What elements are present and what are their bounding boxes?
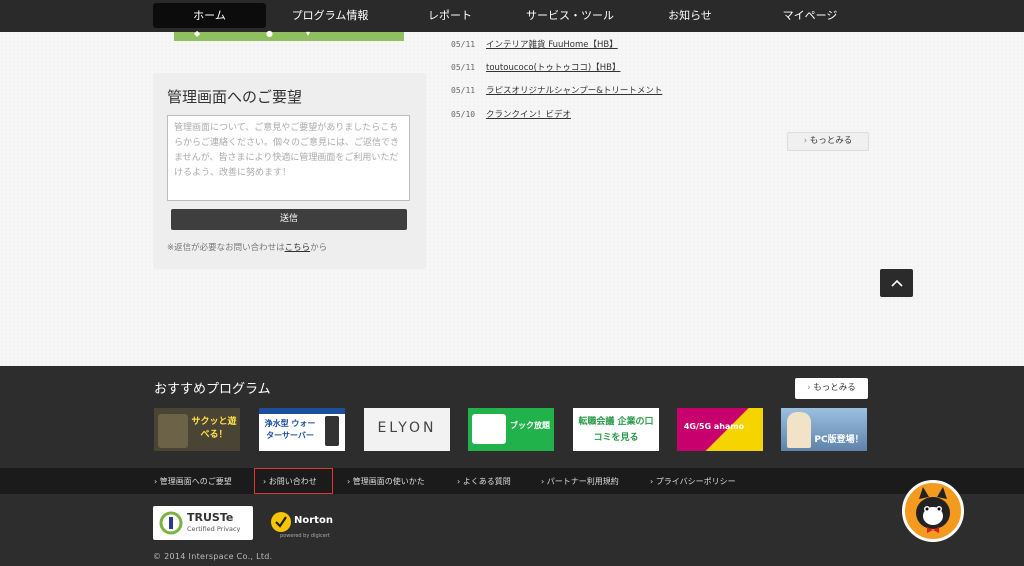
banner-fragment-icon: ▾ [306,29,311,38]
chevron-right-icon: › [457,477,461,486]
chevron-up-icon [890,279,903,287]
mascot-chat-button[interactable] [902,480,964,542]
recommended-title: おすすめプログラム [154,382,271,397]
nav-services-tools[interactable]: サービス・ツール [510,3,630,28]
banner-fragment-icon: ● [266,29,273,38]
banner-text: サクッと遊べる！ [191,417,237,440]
footer-link-label: パートナー利用規約 [546,477,619,486]
nav-news[interactable]: お知らせ [645,3,735,28]
reply-note: ※返信が必要なお問い合わせはこちらから [167,241,327,253]
news-more-label: もっとみる [809,136,853,146]
footer-link-label: 管理画面へのご要望 [159,477,232,486]
green-banner-partial[interactable]: ◆ ● ▾ [174,29,404,41]
chevron-right-icon: › [154,477,158,486]
feedback-textarea[interactable]: 管理画面について、ご意見やご要望がありましたらこちらからご連絡ください。個々のご… [167,115,410,201]
program-banner[interactable]: ブック放題 [468,408,554,451]
norton-check-icon [271,512,291,532]
news-title-link[interactable]: クランクイン！ビデオ [486,108,571,120]
copyright: © 2014 Interspace Co., Ltd. [153,552,273,561]
chevron-right-icon: › [650,477,654,486]
scroll-top-button[interactable] [880,269,913,297]
footer-link-label: プライバシーポリシー [655,477,736,486]
news-more-button[interactable]: › もっとみる [787,132,869,151]
nav-mypage[interactable]: マイページ [765,3,855,28]
program-banner[interactable]: 浄水型 ウォーターサーバー [259,408,345,451]
banner-text: 転職会議 企業の口コミを見る [578,417,654,443]
chevron-right-icon: › [541,477,545,486]
banner-text: PC版登場！ [814,435,864,445]
banner-soldier-art [158,414,188,448]
program-banner[interactable]: 4G/5G ahamo [677,408,763,451]
footer-link-label: 管理画面の使いかた [352,477,425,486]
chevron-right-icon: › [347,477,351,486]
footer-link-contact[interactable]: › お問い合わせ [263,476,317,487]
chevron-right-icon: › [803,136,808,146]
program-banner[interactable]: 転職会議 企業の口コミを見る [573,408,659,451]
news-date: 05/11 [451,86,476,95]
news-title-link[interactable]: インテリア雑貨 FuuHome【HB】 [486,38,618,50]
footer-link-feedback[interactable]: › 管理画面へのご要望 [154,476,232,487]
norton-subtitle: powered by digicert [280,533,330,539]
footer-link-label: よくある質問 [462,477,511,486]
banner-server-art [325,416,339,446]
norton-title: Norton [294,515,333,526]
nav-reports[interactable]: レポート [400,3,500,28]
top-nav: ホーム プログラム情報 レポート サービス・ツール お知らせ マイページ [0,0,1024,32]
program-banner[interactable]: ELYON [364,408,450,451]
program-banner[interactable]: PC版登場！ [781,408,867,451]
truste-subtitle: Certified Privacy [187,525,241,533]
footer: おすすめプログラム › もっとみる サクッと遊べる！ 浄水型 ウォーターサーバー… [0,366,1024,566]
chevron-right-icon: › [263,477,267,486]
footer-link-label: お問い合わせ [268,477,317,486]
contact-link[interactable]: こちら [285,243,311,253]
news-title-link[interactable]: toutoucoco(トゥトゥココ)【HB】 [486,61,620,73]
reply-note-suffix: から [310,243,328,253]
reply-note-prefix: ※返信が必要なお問い合わせは [167,243,285,253]
banner-character-art [787,412,811,448]
chevron-right-icon: › [807,383,811,393]
recommended-more-button[interactable]: › もっとみる [795,378,868,399]
news-date: 05/11 [451,63,476,72]
footer-link-faq[interactable]: › よくある質問 [457,476,511,487]
feedback-panel: 管理画面へのご要望 管理画面について、ご意見やご要望がありましたらこちらからご連… [153,73,426,269]
footer-link-privacy[interactable]: › プライバシーポリシー [650,476,736,487]
truste-logo-icon [159,511,183,535]
footer-link-howto[interactable]: › 管理画面の使いかた [347,476,425,487]
news-title-link[interactable]: ラピスオリジナルシャンプー&トリートメント [486,84,662,96]
banner-text: ブック放題 [510,421,550,430]
feedback-title: 管理画面へのご要望 [167,88,303,106]
nav-programs[interactable]: プログラム情報 [275,3,385,28]
norton-badge[interactable]: Norton powered by digicert [270,509,336,541]
banner-fragment-icon: ◆ [194,29,201,38]
banner-text: 浄水型 ウォーターサーバー [264,419,316,440]
recommended-more-label: もっとみる [813,383,856,393]
nav-home[interactable]: ホーム [153,3,266,28]
banner-book-art [472,414,506,444]
banner-text: 4G/5G ahamo [683,422,745,431]
footer-link-bar: › 管理画面へのご要望 › お問い合わせ › 管理画面の使いかた › よくある質… [0,468,1024,494]
submit-button[interactable]: 送信 [171,209,407,230]
footer-link-terms[interactable]: › パートナー利用規約 [541,476,619,487]
program-banner[interactable]: サクッと遊べる！ [154,408,240,451]
banner-text: ELYON [377,420,437,436]
truste-title: TRUSTe [187,511,234,524]
cat-mascot-icon [916,487,950,533]
truste-badge[interactable]: TRUSTe Certified Privacy [153,506,253,540]
news-date: 05/10 [451,110,476,119]
news-date: 05/11 [451,40,476,49]
